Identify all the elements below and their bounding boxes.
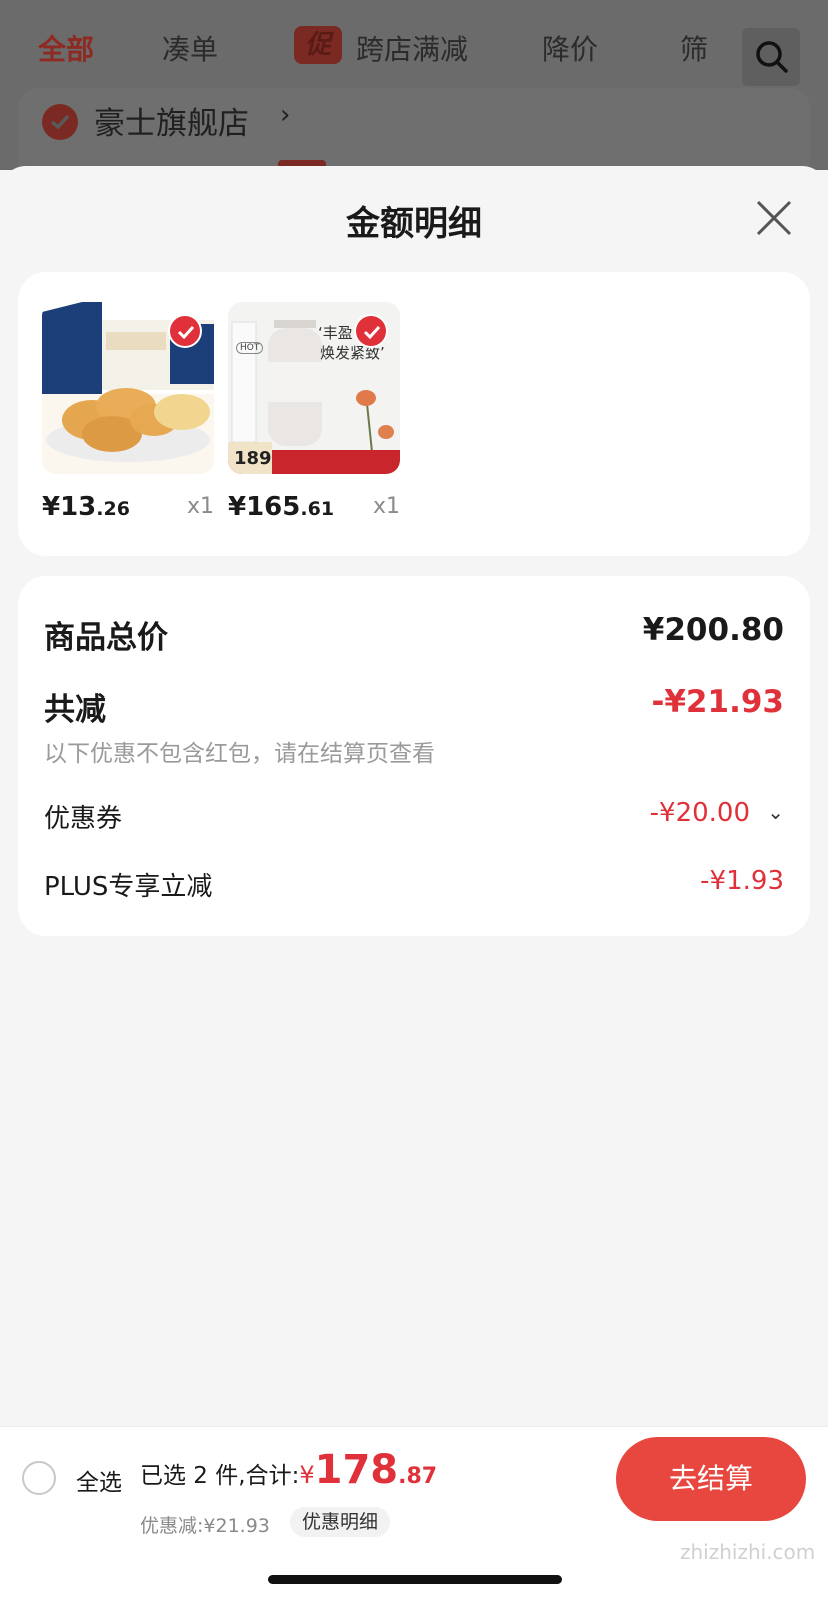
store-name: 豪士旗舰店 <box>94 106 249 142</box>
select-all-label[interactable]: 全选 <box>76 1463 122 1497</box>
sheet-title: 金额明细 <box>346 204 482 244</box>
coupon-value: -¥20.00 <box>649 798 750 828</box>
close-button[interactable] <box>754 198 794 238</box>
bread-product-image <box>42 302 214 474</box>
product-price: ¥13.26 <box>42 492 130 522</box>
order-total: 已选 2 件,合计:¥178.87 <box>140 1447 437 1493</box>
promo-badge: 促 <box>294 26 342 64</box>
total-amount-decimal: .87 <box>398 1464 438 1489</box>
home-indicator <box>268 1575 562 1584</box>
search-button <box>742 28 800 86</box>
plus-discount-value: -¥1.93 <box>700 866 784 896</box>
selected-check-icon[interactable] <box>354 314 388 348</box>
watermark: zhizhizhi.com <box>680 1540 816 1564</box>
background-page: 全部 凑单 促 跨店满减 降价 筛 豪士旗舰店 › <box>0 0 828 170</box>
product-quantity: x1 <box>186 494 214 519</box>
price-summary-card: 商品总价 ¥200.80 共减 -¥21.93 以下优惠不包含红包，请在结算页查… <box>18 576 810 936</box>
currency-symbol: ¥ <box>299 1461 315 1489</box>
product-item[interactable]: ¥13.26 x1 <box>42 302 214 522</box>
select-all-radio[interactable] <box>22 1461 56 1495</box>
chevron-down-icon[interactable]: ⌄ <box>767 800 784 824</box>
selected-count-text: 已选 2 件,合计: <box>140 1463 300 1489</box>
hot-label: HOT <box>236 342 264 354</box>
amount-detail-sheet: 金额明细 ¥13.26 x1 ‘丰盈 焕发紧致’ HOT 189 ¥165.61… <box>0 166 828 1426</box>
store-check-icon <box>42 104 78 140</box>
coupon-label: 优惠券 <box>44 804 123 834</box>
total-amount-integer: 178 <box>314 1447 399 1493</box>
checkout-bar: 全选 已选 2 件,合计:¥178.87 优惠减:¥21.93 优惠明细 去结算 <box>0 1426 828 1600</box>
checkout-button[interactable]: 去结算 <box>616 1437 806 1521</box>
shampoo-product-image: ‘丰盈 焕发紧致’ HOT 189 <box>228 302 400 474</box>
store-header: 豪士旗舰店 › <box>18 88 810 170</box>
tab-bundle: 凑单 <box>162 33 219 66</box>
product-quantity: x1 <box>372 494 400 519</box>
total-discount-value: -¥21.93 <box>651 684 785 720</box>
total-discount-label: 共减 <box>44 692 106 728</box>
discount-detail-button[interactable]: 优惠明细 <box>290 1507 391 1537</box>
product-image-text: ‘丰盈 <box>318 324 353 342</box>
discount-amount: 优惠减:¥21.93 <box>140 1515 270 1537</box>
tab-cross-store: 跨店满减 <box>356 33 469 66</box>
product-image-price: 189 <box>234 448 272 469</box>
total-price-value: ¥200.80 <box>642 612 784 648</box>
total-price-label: 商品总价 <box>44 620 168 656</box>
discount-note: 以下优惠不包含红包，请在结算页查看 <box>44 741 435 767</box>
plus-discount-label: PLUS专享立减 <box>44 872 213 902</box>
store-arrow-icon: › <box>280 100 291 130</box>
tab-all: 全部 <box>38 33 95 66</box>
search-icon <box>756 41 788 73</box>
close-icon <box>756 200 792 236</box>
product-price: ¥165.61 <box>228 492 335 522</box>
tab-filter: 筛 <box>680 33 709 66</box>
product-item[interactable]: ‘丰盈 焕发紧致’ HOT 189 ¥165.61 x1 <box>228 302 400 522</box>
selected-check-icon[interactable] <box>168 314 202 348</box>
tab-price-drop: 降价 <box>542 33 599 66</box>
cart-tabs: 全部 凑单 促 跨店满减 降价 筛 <box>0 22 828 86</box>
products-card: ¥13.26 x1 ‘丰盈 焕发紧致’ HOT 189 ¥165.61 x1 <box>18 272 810 556</box>
